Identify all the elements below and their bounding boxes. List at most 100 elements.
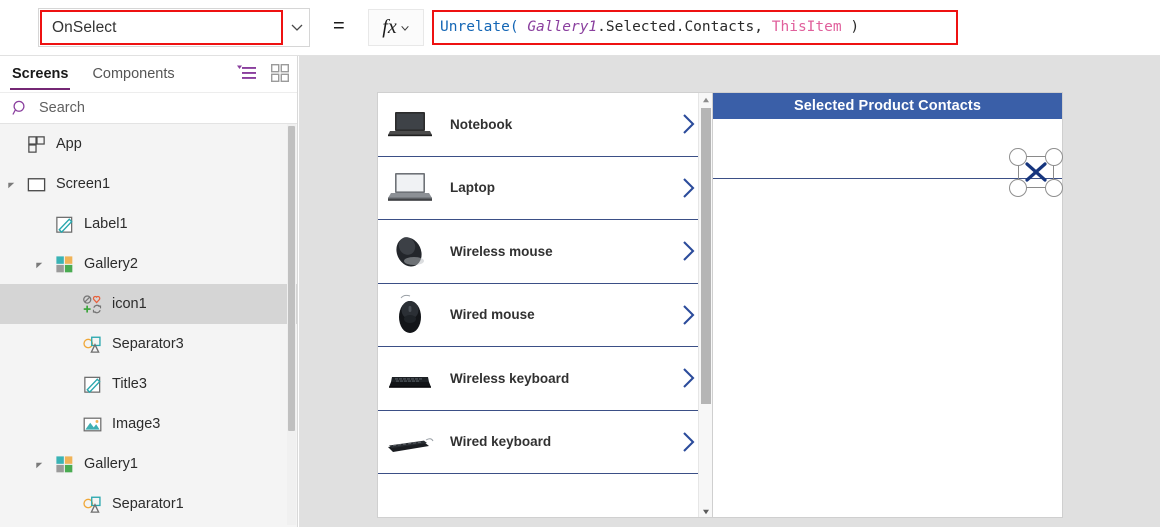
formula-token: ThisItem	[771, 19, 842, 36]
caret-spacer	[6, 138, 18, 150]
product-gallery-scrollbar[interactable]	[698, 93, 712, 517]
tree-scrollbar-thumb[interactable]	[288, 126, 295, 431]
tab-screens[interactable]: Screens	[0, 56, 80, 92]
chevron-right-icon[interactable]	[681, 303, 696, 327]
product-title: Wired keyboard	[450, 434, 552, 450]
tree-item-label: Label1	[84, 216, 128, 232]
property-name-label: OnSelect	[52, 18, 117, 36]
product-gallery-row[interactable]: Wired mouse	[378, 284, 712, 347]
tree-item-icon1[interactable]: icon1	[0, 284, 297, 324]
grid-view-icon[interactable]	[271, 64, 289, 82]
icon-set-icon	[81, 293, 103, 315]
formula-token: Gallery1	[527, 19, 598, 36]
tree-item-app[interactable]: App	[0, 124, 297, 164]
chevron-right-icon[interactable]	[681, 430, 696, 454]
label-icon	[81, 373, 103, 395]
chevron-down-icon[interactable]	[400, 23, 410, 33]
search-row[interactable]: Search	[0, 92, 297, 124]
selection-box[interactable]	[1009, 148, 1063, 197]
tree-item-title3[interactable]: Title3	[0, 364, 297, 404]
caret-spacer	[62, 298, 74, 310]
scroll-down-arrow-icon[interactable]	[699, 505, 712, 517]
chevron-right-icon[interactable]	[681, 112, 696, 136]
selection-handle-top-left[interactable]	[1009, 148, 1027, 166]
formula-token: .Selected.Contacts,	[597, 19, 764, 36]
tree-item-label: App	[56, 136, 82, 152]
tab-screens-label: Screens	[12, 66, 69, 82]
chevron-right-icon[interactable]	[681, 176, 696, 200]
product-title: Wireless mouse	[450, 243, 553, 259]
product-gallery-scrollbar-thumb[interactable]	[701, 108, 711, 404]
tree-item-list: App Screen1 Label1 Gallery2 icon1 Separator3 T…	[0, 124, 297, 525]
search-input[interactable]: Search	[39, 100, 85, 116]
product-gallery-row[interactable]: Wireless mouse	[378, 220, 712, 284]
formula-input[interactable]: Unrelate( Gallery1.Selected.Contacts, Th…	[432, 10, 958, 45]
contacts-gallery-body	[713, 179, 1062, 515]
tree-view-pane: Screens Components Search App Screen1 La…	[0, 56, 298, 527]
product-title: Notebook	[450, 116, 513, 132]
product-gallery-row[interactable]: Wireless keyboard	[378, 347, 712, 411]
product-gallery-row[interactable]: Laptop	[378, 157, 712, 220]
tree-item-separator1[interactable]: Separator1	[0, 484, 297, 524]
tree-item-label: Image3	[112, 416, 161, 432]
app-canvas: Notebook Laptop Wireless mouse Wired mouse W…	[299, 56, 1160, 527]
caret-spacer	[62, 418, 74, 430]
contacts-gallery[interactable]: Selected Product Contacts	[712, 92, 1063, 518]
formula-token: Unrelate(	[440, 19, 519, 36]
filter-list-icon[interactable]	[237, 64, 257, 82]
powerapps-studio: OnSelect = fx Unrelate( Gallery1.Selecte…	[0, 0, 1160, 527]
caret-spacer	[34, 218, 46, 230]
tree-item-label: Screen1	[56, 176, 111, 192]
tree-item-label: Gallery1	[84, 456, 138, 472]
app-icon	[25, 133, 47, 155]
tree-item-separator3[interactable]: Separator3	[0, 324, 297, 364]
formula-token: )	[841, 19, 860, 36]
chevron-right-icon[interactable]	[681, 366, 696, 390]
caret-spacer	[62, 378, 74, 390]
wired-mouse-thumbnail	[384, 293, 436, 337]
notebook-thumbnail	[384, 102, 436, 146]
fx-button[interactable]: fx	[368, 9, 424, 46]
fx-label: fx	[382, 16, 397, 38]
cancel-x-icon[interactable]	[1023, 160, 1049, 184]
selection-handle-bottom-right[interactable]	[1045, 179, 1063, 197]
contacts-gallery-first-row[interactable]	[713, 119, 1063, 197]
equals-sign: =	[333, 15, 345, 37]
separator-icon	[81, 493, 103, 515]
expand-caret-icon[interactable]	[6, 178, 18, 190]
tree-item-label: Title3	[112, 376, 147, 392]
screen-icon	[25, 173, 47, 195]
search-icon	[12, 100, 25, 115]
property-selected-value-box[interactable]: OnSelect	[40, 10, 283, 45]
selection-handle-top-right[interactable]	[1045, 148, 1063, 166]
tree-item-image3[interactable]: Image3	[0, 404, 297, 444]
scroll-up-arrow-icon[interactable]	[699, 93, 712, 107]
formula-bar: OnSelect = fx Unrelate( Gallery1.Selecte…	[0, 0, 1160, 56]
tab-components[interactable]: Components	[80, 56, 186, 92]
expand-caret-icon[interactable]	[34, 258, 46, 270]
product-title: Wireless keyboard	[450, 370, 570, 386]
chevron-down-icon[interactable]	[290, 20, 304, 34]
product-gallery-row[interactable]: Notebook	[378, 93, 712, 157]
selection-handle-bottom-left[interactable]	[1009, 179, 1027, 197]
tree-item-screen1[interactable]: Screen1	[0, 164, 297, 204]
separator-icon	[81, 333, 103, 355]
product-gallery-rows: Notebook Laptop Wireless mouse Wired mouse W…	[378, 93, 712, 474]
tree-item-label1[interactable]: Label1	[0, 204, 297, 244]
chevron-right-icon[interactable]	[681, 239, 696, 263]
product-title: Laptop	[450, 180, 495, 196]
image-icon	[81, 413, 103, 435]
tree-item-gallery1[interactable]: Gallery1	[0, 444, 297, 484]
contacts-gallery-title: Selected Product Contacts	[793, 98, 981, 114]
label-icon	[53, 213, 75, 235]
expand-caret-icon[interactable]	[34, 458, 46, 470]
contacts-gallery-header: Selected Product Contacts	[713, 93, 1062, 119]
tree-scrollbar[interactable]	[287, 124, 296, 525]
tree-item-label: Gallery2	[84, 256, 138, 272]
formula-expression: Unrelate( Gallery1.Selected.Contacts, Th…	[440, 20, 859, 35]
product-gallery-row[interactable]: Wired keyboard	[378, 411, 712, 474]
product-gallery[interactable]: Notebook Laptop Wireless mouse Wired mouse W…	[377, 92, 713, 518]
tab-components-label: Components	[92, 66, 175, 82]
tree-item-gallery2[interactable]: Gallery2	[0, 244, 297, 284]
wired-keyboard-thumbnail	[384, 420, 436, 464]
